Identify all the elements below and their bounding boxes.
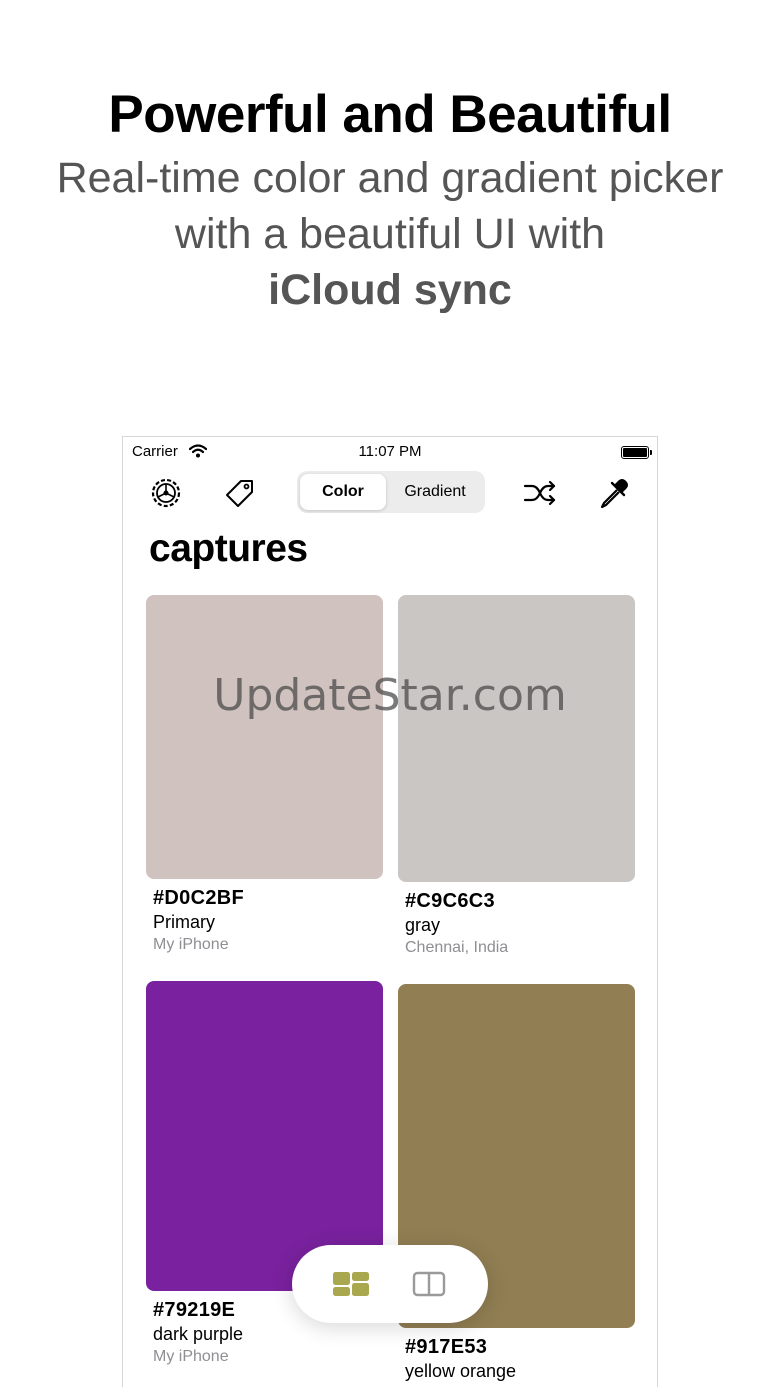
color-gradient-segmented-control: Color Gradient: [297, 471, 485, 513]
capture-hex: #C9C6C3: [405, 890, 495, 912]
capture-card[interactable]: #C9C6C3 gray Chennai, India: [398, 595, 635, 957]
capture-card[interactable]: #D0C2BF Primary My iPhone: [146, 595, 383, 954]
capture-name: Primary: [153, 912, 215, 932]
capture-hex: #D0C2BF: [153, 887, 245, 909]
promo-headline: Powerful and Beautiful: [108, 85, 672, 144]
shuffle-icon[interactable]: [523, 476, 557, 510]
screen-title: captures: [149, 527, 308, 570]
battery-icon: [621, 446, 652, 459]
segment-color[interactable]: Color: [300, 474, 386, 510]
color-swatch[interactable]: [146, 595, 383, 879]
eyedropper-icon[interactable]: [597, 476, 631, 510]
capture-hex: #917E53: [405, 1336, 488, 1358]
promo-subtitle-line2: with a beautiful UI with: [174, 210, 606, 258]
promo-subtitle-line3: iCloud sync: [268, 266, 512, 314]
segment-gradient[interactable]: Gradient: [388, 474, 482, 510]
capture-name: dark purple: [153, 1324, 244, 1344]
capture-location: My iPhone: [153, 936, 229, 953]
status-bar: Carrier 11:07 PM: [123, 441, 657, 463]
toolbar: Color Gradient: [123, 470, 657, 514]
capture-name: yellow orange: [405, 1361, 517, 1381]
settings-icon[interactable]: [149, 476, 183, 510]
tag-icon[interactable]: [223, 476, 257, 510]
grid-view-icon[interactable]: [332, 1269, 370, 1299]
capture-location: My iPhone: [153, 1348, 229, 1365]
capture-location: Chennai, India: [405, 939, 509, 956]
status-time: 11:07 PM: [358, 443, 422, 460]
color-swatch[interactable]: [398, 595, 635, 882]
promo-subtitle-line1: Real-time color and gradient picker: [56, 154, 724, 202]
split-view-icon[interactable]: [410, 1269, 448, 1299]
capture-name: gray: [405, 915, 441, 935]
watermark: UpdateStar.com: [213, 670, 567, 721]
view-toggle-bar: [292, 1245, 488, 1323]
